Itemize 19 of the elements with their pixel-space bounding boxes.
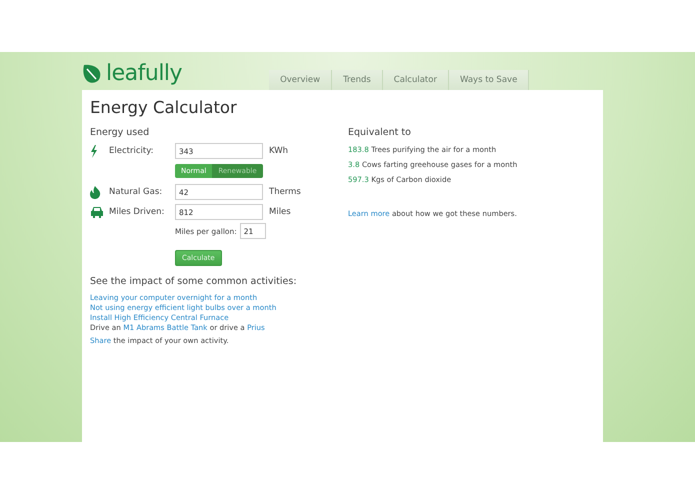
section-heading: See the impact of some common activities: [90, 276, 298, 287]
unit-label: Therms [269, 187, 301, 197]
nav-tab[interactable]: Trends [332, 70, 383, 90]
field-label: Natural Gas: [109, 187, 164, 197]
nav-tab[interactable]: Ways to Save [448, 70, 530, 90]
logo-text: leafully [106, 61, 182, 86]
flame-icon [90, 186, 101, 198]
nav-tab[interactable]: Overview [269, 70, 332, 90]
leaf-logo-icon [82, 64, 102, 84]
section-heading: Energy used [90, 127, 150, 138]
section-heading: Equivalent to [348, 127, 412, 138]
field-label: Electricity: [109, 146, 154, 156]
unit-label: KWh [269, 146, 288, 156]
nav-tab[interactable]: Calculator [382, 70, 449, 90]
page-title: Energy Calculator [90, 98, 238, 117]
unit-label: Miles [269, 207, 291, 217]
field-label: Miles Driven: [109, 207, 166, 217]
car-icon [90, 206, 104, 218]
lightning-icon [90, 144, 98, 158]
